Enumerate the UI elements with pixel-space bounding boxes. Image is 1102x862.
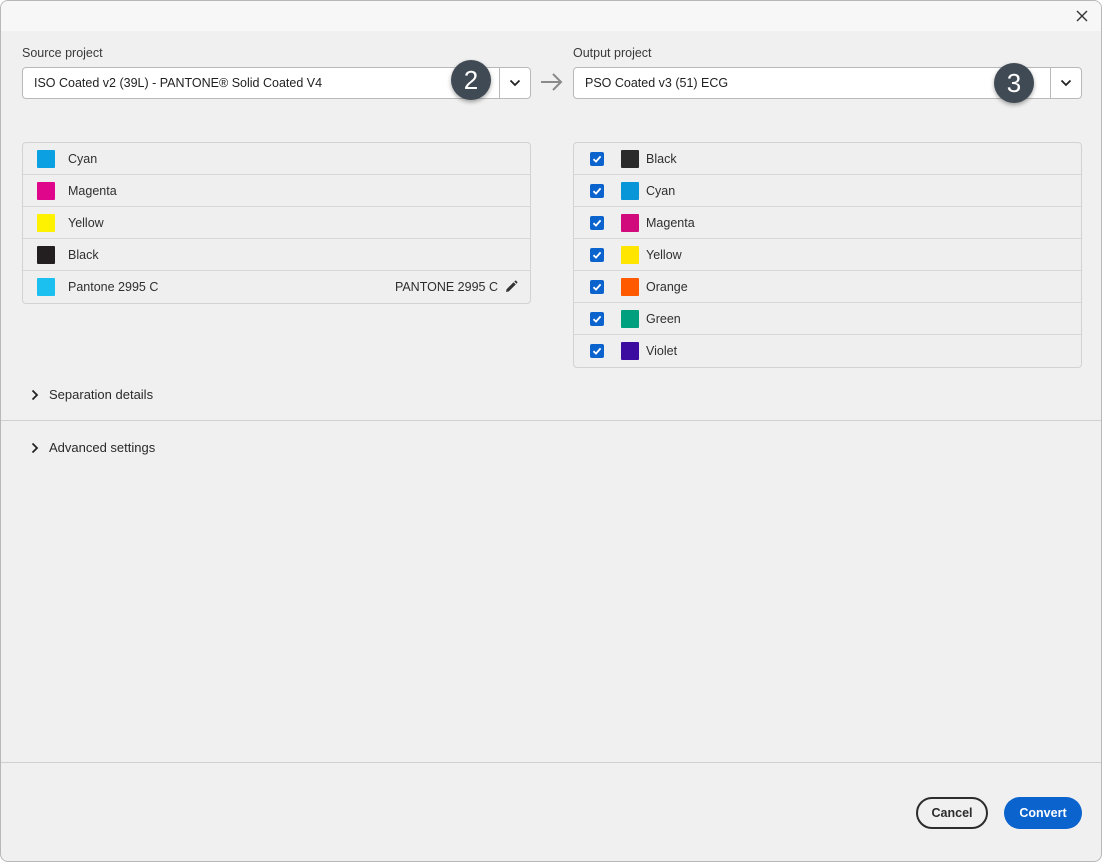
- checkmark-icon: [592, 347, 602, 355]
- ink-checkbox[interactable]: [590, 279, 604, 294]
- chevron-right-icon: [31, 389, 39, 400]
- ink-swatch: [621, 181, 639, 200]
- dialog-titlebar: [1, 1, 1101, 31]
- ink-name: Green: [646, 311, 681, 326]
- source-ink-row[interactable]: Black: [23, 239, 530, 271]
- ink-name: Yellow: [646, 247, 682, 262]
- ink-swatch: [621, 342, 639, 360]
- output-ink-row[interactable]: Orange: [574, 271, 1081, 303]
- checkmark-icon: [592, 155, 602, 163]
- ink-checkbox[interactable]: [590, 311, 604, 326]
- separation-details-label: Separation details: [49, 387, 154, 402]
- pencil-icon[interactable]: [504, 280, 518, 294]
- step-badge-source: 2: [451, 60, 491, 100]
- ink-name: Violet: [646, 344, 678, 358]
- ink-swatch: [37, 213, 55, 232]
- ink-name: Cyan: [68, 151, 98, 166]
- separation-details-toggle[interactable]: Separation details: [31, 387, 153, 402]
- ink-swatch: [621, 277, 639, 296]
- ink-name: Yellow: [68, 215, 104, 230]
- checkmark-icon: [592, 187, 602, 195]
- ink-mapping-edit[interactable]: PANTONE 2995 C: [395, 271, 518, 303]
- source-project-value: ISO Coated v2 (39L) - PANTONE® Solid Coa…: [34, 76, 323, 90]
- source-project-dropdown-button[interactable]: [499, 68, 530, 98]
- close-icon: [1076, 10, 1088, 22]
- cancel-button[interactable]: Cancel: [916, 797, 988, 829]
- output-project-label: Output project: [573, 46, 652, 60]
- output-ink-row[interactable]: Yellow: [574, 239, 1081, 271]
- ink-swatch: [37, 245, 55, 264]
- source-ink-row[interactable]: Magenta: [23, 175, 530, 207]
- ink-name: Black: [646, 151, 677, 166]
- ink-swatch: [37, 278, 55, 296]
- output-inks-list: Black Cyan Magenta Yellow Orange Green V…: [573, 142, 1082, 368]
- output-ink-row[interactable]: Magenta: [574, 207, 1081, 239]
- chevron-down-icon: [509, 79, 521, 87]
- arrow-right-icon: [541, 73, 563, 91]
- ink-checkbox[interactable]: [590, 183, 604, 198]
- ink-checkbox[interactable]: [590, 344, 604, 358]
- ink-mapping-name: PANTONE 2995 C: [394, 280, 498, 294]
- advanced-settings-toggle[interactable]: Advanced settings: [31, 440, 155, 455]
- ink-swatch: [37, 181, 55, 200]
- output-ink-row[interactable]: Black: [574, 143, 1081, 175]
- step-badge-output: 3: [994, 63, 1034, 103]
- output-project-value: PSO Coated v3 (51) ECG: [585, 76, 729, 90]
- close-button[interactable]: [1071, 5, 1093, 27]
- ink-checkbox[interactable]: [590, 247, 604, 262]
- ink-name: Magenta: [68, 183, 117, 198]
- checkmark-icon: [592, 251, 602, 259]
- ink-swatch: [621, 213, 639, 232]
- ink-swatch: [621, 149, 639, 168]
- ink-checkbox[interactable]: [590, 215, 604, 230]
- checkmark-icon: [592, 219, 602, 227]
- chevron-right-icon: [31, 442, 39, 453]
- ink-swatch: [37, 149, 55, 168]
- convert-button[interactable]: Convert: [1004, 797, 1082, 829]
- output-ink-row[interactable]: Cyan: [574, 175, 1081, 207]
- source-ink-row[interactable]: Cyan: [23, 143, 530, 175]
- checkmark-icon: [592, 283, 602, 291]
- footer-divider: [1, 762, 1101, 763]
- convert-dialog: Source project ISO Coated v2 (39L) - PAN…: [0, 0, 1102, 862]
- ink-name: Pantone 2995 C: [68, 280, 159, 294]
- source-ink-row[interactable]: Yellow: [23, 207, 530, 239]
- advanced-settings-label: Advanced settings: [49, 440, 156, 455]
- source-project-label: Source project: [22, 46, 103, 60]
- chevron-down-icon: [1060, 79, 1072, 87]
- ink-swatch: [621, 309, 639, 328]
- output-ink-row[interactable]: Green: [574, 303, 1081, 335]
- output-project-dropdown-button[interactable]: [1050, 68, 1081, 98]
- output-ink-row[interactable]: Violet: [574, 335, 1081, 367]
- ink-name: Magenta: [646, 215, 695, 230]
- source-ink-row[interactable]: Pantone 2995 C PANTONE 2995 C: [23, 271, 530, 303]
- ink-swatch: [621, 245, 639, 264]
- checkmark-icon: [592, 315, 602, 323]
- ink-name: Black: [68, 247, 99, 262]
- ink-name: Cyan: [646, 183, 676, 198]
- source-inks-list: Cyan Magenta Yellow Black Pantone 2995 C…: [22, 142, 531, 304]
- ink-checkbox[interactable]: [590, 151, 604, 166]
- section-divider: [1, 420, 1101, 421]
- ink-name: Orange: [646, 279, 688, 294]
